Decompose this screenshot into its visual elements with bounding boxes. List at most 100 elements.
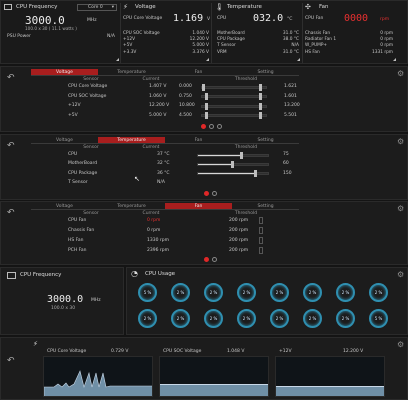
tab-setting[interactable]: Setting <box>232 203 299 210</box>
threshold-spinner[interactable] <box>259 217 263 224</box>
psu-power-value: N/A <box>107 34 115 39</box>
cpu-core-gauge: 2 % <box>237 309 256 328</box>
graph-area <box>275 356 385 397</box>
slider-handle-high[interactable] <box>259 83 263 91</box>
slider-handle-low[interactable] <box>205 102 209 110</box>
mouse-cursor-icon: ↖ <box>134 175 140 183</box>
tab-voltage[interactable]: Voltage <box>31 69 98 76</box>
threshold-slider[interactable] <box>197 160 269 168</box>
list-item-value: 31.0 °C <box>282 49 299 55</box>
list-item-value: 5.000 V <box>192 43 209 49</box>
threshold-spinner[interactable] <box>259 247 263 254</box>
tab-temperature[interactable]: Temperature <box>98 137 165 144</box>
temperature-main-value: 032.0 <box>253 13 284 24</box>
threshold-low: 0.750 <box>179 93 192 99</box>
pager-dot[interactable] <box>204 191 209 196</box>
sensor-current: 2396 rpm <box>147 248 169 253</box>
tab-temperature[interactable]: Temperature <box>98 203 165 210</box>
tab-setting[interactable]: Setting <box>232 69 299 76</box>
tab-fan[interactable]: Fan <box>165 137 232 144</box>
gear-icon[interactable]: ⚙ <box>397 204 404 213</box>
tab-fan[interactable]: Fan <box>165 69 232 76</box>
tab-voltage[interactable]: Voltage <box>31 203 98 210</box>
tab-setting[interactable]: Setting <box>232 137 299 144</box>
threshold-slider[interactable] <box>201 102 267 110</box>
gear-icon[interactable]: ⚙ <box>397 137 404 146</box>
temperature-main-unit: °C <box>287 17 293 22</box>
slider-handle-high[interactable] <box>259 112 263 119</box>
list-item-label: +12V <box>123 37 136 43</box>
graph-value: 12.200 V <box>343 349 364 354</box>
sensor-name: MotherBoard <box>68 161 98 167</box>
pager-dot[interactable] <box>209 124 214 129</box>
pager <box>204 257 217 262</box>
pager-dot[interactable] <box>212 257 217 262</box>
list-item-value: 1.040 V <box>192 31 209 36</box>
threshold-spinner[interactable] <box>259 237 263 244</box>
threshold-value: 150 <box>283 170 292 176</box>
sensor-current: 1330 rpm <box>147 238 169 243</box>
expand-corner-icon[interactable] <box>206 58 209 61</box>
lightning-icon: ⚡ <box>33 340 38 348</box>
list-item-label: +5V <box>123 43 133 49</box>
threshold-value: 60 <box>283 161 289 167</box>
cpu-frequency-title: CPU Frequency <box>20 272 62 278</box>
pager-dot[interactable] <box>204 257 209 262</box>
col-current: Current <box>142 211 160 216</box>
undo-icon[interactable]: ↶ <box>7 141 15 151</box>
slider-handle-high[interactable] <box>259 93 263 100</box>
threshold-value: 200 rpm <box>229 238 249 243</box>
tab-voltage[interactable]: Voltage <box>31 137 98 144</box>
chevron-down-icon: ▾ <box>111 5 114 10</box>
tab-fan[interactable]: Fan <box>165 203 232 210</box>
threshold-slider[interactable] <box>201 112 267 119</box>
slider-handle-low[interactable] <box>205 93 209 100</box>
threshold-slider[interactable] <box>197 170 269 178</box>
core-select[interactable]: Core 0 ▾ <box>77 4 117 11</box>
undo-icon[interactable]: ↶ <box>7 208 15 218</box>
gear-icon[interactable]: ⚙ <box>397 69 404 78</box>
tab-temperature[interactable]: Temperature <box>98 69 165 76</box>
cpu-frequency-sub: 100.0 x 30 <box>51 306 76 311</box>
expand-corner-icon[interactable] <box>116 58 119 61</box>
pager-dot[interactable] <box>201 124 206 129</box>
list-item-label: VRM <box>217 49 227 55</box>
expand-corner-icon[interactable] <box>297 58 300 61</box>
threshold-spinner[interactable] <box>259 227 263 234</box>
threshold-slider[interactable] <box>201 93 267 100</box>
cpu-frequency-unit: MHz <box>87 18 97 23</box>
slider-handle[interactable] <box>240 151 244 159</box>
slider-handle[interactable] <box>230 160 234 168</box>
list-item-label: MotherBoard <box>217 31 245 36</box>
cpu-usage-title: CPU Usage <box>145 271 176 277</box>
cpu-frequency-unit: MHz <box>91 298 101 303</box>
cpu-usage-panel: ◔ CPU Usage 5 % 2 % 2 % 2 % 2 % 2 % 2 % 2 % 2 % 2… <box>126 267 408 335</box>
gauge-icon: ◔ <box>131 269 138 278</box>
sensor-name: CPU Fan <box>68 218 87 223</box>
slider-handle[interactable] <box>254 170 258 178</box>
voltage-panel: ↶ Voltage Temperature Fan Setting Sensor… <box>0 66 408 132</box>
list-item-value: 38.0 °C <box>282 37 299 43</box>
threshold-slider[interactable] <box>201 83 267 91</box>
col-threshold: Threshold <box>234 145 258 150</box>
pager-dot[interactable] <box>217 124 222 129</box>
lightning-icon: ⚡ <box>123 3 128 11</box>
slider-handle-low[interactable] <box>205 112 209 119</box>
gear-icon[interactable]: ⚙ <box>397 340 404 349</box>
pager <box>201 124 222 129</box>
pager-dot[interactable] <box>212 191 217 196</box>
expand-corner-icon[interactable] <box>393 58 396 61</box>
sensor-name: HS Fan <box>68 238 84 243</box>
threshold-high: 13.200 <box>284 103 300 108</box>
voltage-title: Voltage <box>135 4 156 10</box>
cpu-core-gauge: 2 % <box>270 309 289 328</box>
threshold-slider[interactable] <box>197 151 269 159</box>
threshold-value: 200 rpm <box>229 248 249 253</box>
undo-icon[interactable]: ↶ <box>7 356 15 366</box>
gear-icon[interactable]: ⚙ <box>397 270 404 279</box>
slider-handle-high[interactable] <box>259 102 263 110</box>
fan-title: Fan <box>319 4 329 10</box>
slider-handle-low[interactable] <box>202 83 205 91</box>
undo-icon[interactable]: ↶ <box>7 73 15 83</box>
sensor-current: 12.200 V <box>149 103 170 108</box>
